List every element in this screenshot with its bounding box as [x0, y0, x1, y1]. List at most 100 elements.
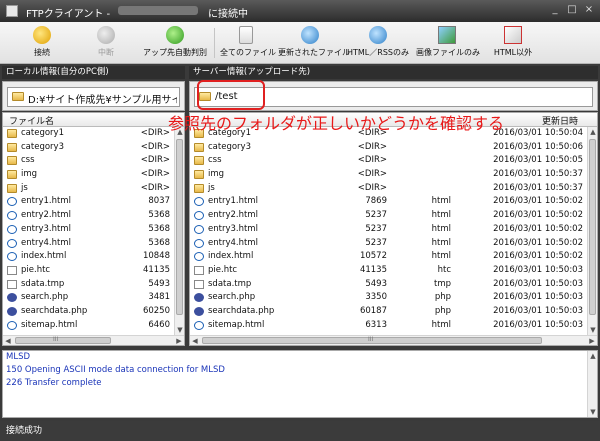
file-modified: 2016/03/01 10:50:05 [493, 155, 583, 166]
file-row[interactable]: category1 <DIR> [3, 127, 184, 141]
all-files-label: 全てのファイル [220, 48, 276, 57]
file-row[interactable]: entry3.html 5237 html 2016/03/01 10:50:02 [190, 223, 597, 237]
file-row[interactable]: css <DIR> 2016/03/01 10:50:05 [190, 154, 597, 168]
file-modified: 2016/03/01 10:50:03 [493, 319, 583, 330]
html-icon [194, 224, 204, 234]
html-icon [194, 211, 204, 221]
html-icon [194, 197, 204, 207]
file-size: 3350 [365, 292, 387, 303]
html-rss-label: HTML／RSSのみ [347, 48, 409, 57]
file-name: js [208, 182, 215, 193]
file-row[interactable]: search.php 3350 php 2016/03/01 10:50:03 [190, 291, 597, 305]
file-row[interactable]: index.html 10848 [3, 250, 184, 264]
all-files-button[interactable]: 全てのファイル [220, 24, 276, 62]
auto-upload-target-button[interactable]: アップ先自動判別 [140, 24, 210, 62]
file-size: 8037 [148, 196, 170, 207]
file-row[interactable]: sdata.tmp 5493 [3, 278, 184, 292]
file-row[interactable]: search.php 3481 [3, 291, 184, 305]
updated-files-label: 更新されたファイル [278, 48, 350, 57]
file-type: htc [437, 264, 451, 275]
php-icon [194, 293, 204, 303]
file-name: sitemap.html [208, 319, 265, 330]
file-size: 6313 [365, 319, 387, 330]
remote-horizontal-scrollbar[interactable]: ◀ III ▶ [190, 335, 597, 345]
close-button[interactable]: × [582, 3, 596, 17]
file-size: 41135 [142, 264, 170, 275]
window-title: FTPクライアント - [26, 9, 111, 20]
remote-vertical-scrollbar[interactable]: ▲ ▼ [587, 127, 597, 335]
file-row[interactable]: sitemap.html 6460 [3, 319, 184, 333]
log-vertical-scrollbar[interactable]: ▲ ▼ [587, 351, 597, 417]
file-row[interactable]: css <DIR> [3, 154, 184, 168]
local-vscroll-thumb[interactable] [176, 139, 183, 315]
file-row[interactable]: entry3.html 5368 [3, 223, 184, 237]
scroll-down-arrow[interactable]: ▼ [175, 325, 184, 335]
scroll-left-arrow[interactable]: ◀ [190, 336, 200, 345]
file-row[interactable]: entry2.html 5237 html 2016/03/01 10:50:02 [190, 209, 597, 223]
connect-button[interactable]: 接続 [22, 24, 62, 62]
updated-files-button[interactable]: 更新されたファイル [278, 24, 350, 62]
scroll-down-arrow[interactable]: ▼ [588, 325, 597, 335]
file-row[interactable]: searchdata.php 60250 [3, 305, 184, 319]
maximize-button[interactable]: □ [565, 3, 579, 17]
file-name: category1 [21, 128, 64, 138]
file-size: 60187 [359, 305, 387, 316]
redacted-host [118, 6, 198, 15]
file-row[interactable]: index.html 10572 html 2016/03/01 10:50:02 [190, 250, 597, 264]
local-horizontal-scrollbar[interactable]: ◀ III ▶ [3, 335, 184, 345]
local-hscroll-thumb[interactable] [15, 337, 111, 344]
file-row[interactable]: pie.htc 41135 [3, 264, 184, 278]
file-row[interactable]: sdata.tmp 5493 tmp 2016/03/01 10:50:03 [190, 278, 597, 292]
scroll-right-arrow[interactable]: ▶ [587, 336, 597, 345]
column-filename[interactable]: ファイル名 [9, 114, 54, 127]
file-row[interactable]: img <DIR> [3, 168, 184, 182]
file-name: entry4.html [21, 237, 71, 248]
minimize-button[interactable]: _ [548, 3, 562, 17]
file-type: html [431, 319, 451, 330]
local-path-text: D:¥サイト作成先¥サンプル用サイ [28, 95, 177, 106]
file-modified: 2016/03/01 10:50:02 [493, 223, 583, 234]
log-panel[interactable]: MLSD 150 Opening ASCII mode data connect… [2, 350, 598, 418]
remote-file-list[interactable]: 更新日時 category1 <DIR> 2016/03/01 10:50:04 ca… [189, 112, 598, 346]
column-modified[interactable]: 更新日時 [542, 114, 578, 127]
local-vertical-scrollbar[interactable]: ▲ ▼ [174, 127, 184, 335]
file-row[interactable]: entry4.html 5237 html 2016/03/01 10:50:02 [190, 237, 597, 251]
connect-label: 接続 [34, 48, 50, 57]
remote-vscroll-thumb[interactable] [589, 139, 596, 315]
no-html-icon [504, 26, 522, 44]
html-icon [7, 320, 17, 330]
file-modified: 2016/03/01 10:50:03 [493, 278, 583, 289]
file-row[interactable]: entry1.html 8037 [3, 195, 184, 209]
file-name: css [21, 155, 35, 166]
local-file-list[interactable]: ファイル名 category1 <DIR> category3 <DIR> css <DI… [2, 112, 185, 346]
scroll-right-arrow[interactable]: ▶ [174, 336, 184, 345]
file-row[interactable]: entry2.html 5368 [3, 209, 184, 223]
file-row[interactable]: searchdata.php 60187 php 2016/03/01 10:50:0… [190, 305, 597, 319]
images-only-button[interactable]: 画像ファイルのみ [416, 24, 480, 62]
folder-icon [12, 92, 24, 101]
local-path-field[interactable]: D:¥サイト作成先¥サンプル用サイ [7, 87, 180, 107]
file-row[interactable]: category3 <DIR> [3, 141, 184, 155]
stop-button[interactable]: 中断 [86, 24, 126, 62]
file-row[interactable]: sitemap.html 6313 html 2016/03/01 10:50:03 [190, 319, 597, 333]
non-html-button[interactable]: HTML以外 [490, 24, 536, 62]
file-row[interactable]: entry4.html 5368 [3, 237, 184, 251]
file-row[interactable]: category3 <DIR> 2016/03/01 10:50:06 [190, 141, 597, 155]
file-size: <DIR> [140, 128, 170, 138]
html-rss-button[interactable]: HTML／RSSのみ [346, 24, 410, 62]
file-size: 5368 [148, 210, 170, 221]
toolbar: 接続 中断 アップ先自動判別 全てのファイル 更新されたファイル HTML／RS… [0, 22, 600, 64]
file-row[interactable]: js <DIR> [3, 182, 184, 196]
file-row[interactable]: img <DIR> 2016/03/01 10:50:37 [190, 168, 597, 182]
scroll-left-arrow[interactable]: ◀ [3, 336, 13, 345]
file-size: 5368 [148, 237, 170, 248]
tmp-icon [194, 279, 204, 289]
file-name: entry1.html [21, 196, 71, 207]
file-row[interactable]: js <DIR> 2016/03/01 10:50:37 [190, 182, 597, 196]
scroll-up-arrow[interactable]: ▲ [588, 351, 597, 361]
scroll-down-arrow[interactable]: ▼ [588, 407, 597, 417]
file-row[interactable]: pie.htc 41135 htc 2016/03/01 10:50:03 [190, 264, 597, 278]
annotation-text: 参照先のフォルダが正しいかどうかを確認する [168, 114, 505, 133]
file-row[interactable]: entry1.html 7869 html 2016/03/01 10:50:02 [190, 195, 597, 209]
scroll-up-arrow[interactable]: ▲ [588, 127, 597, 137]
